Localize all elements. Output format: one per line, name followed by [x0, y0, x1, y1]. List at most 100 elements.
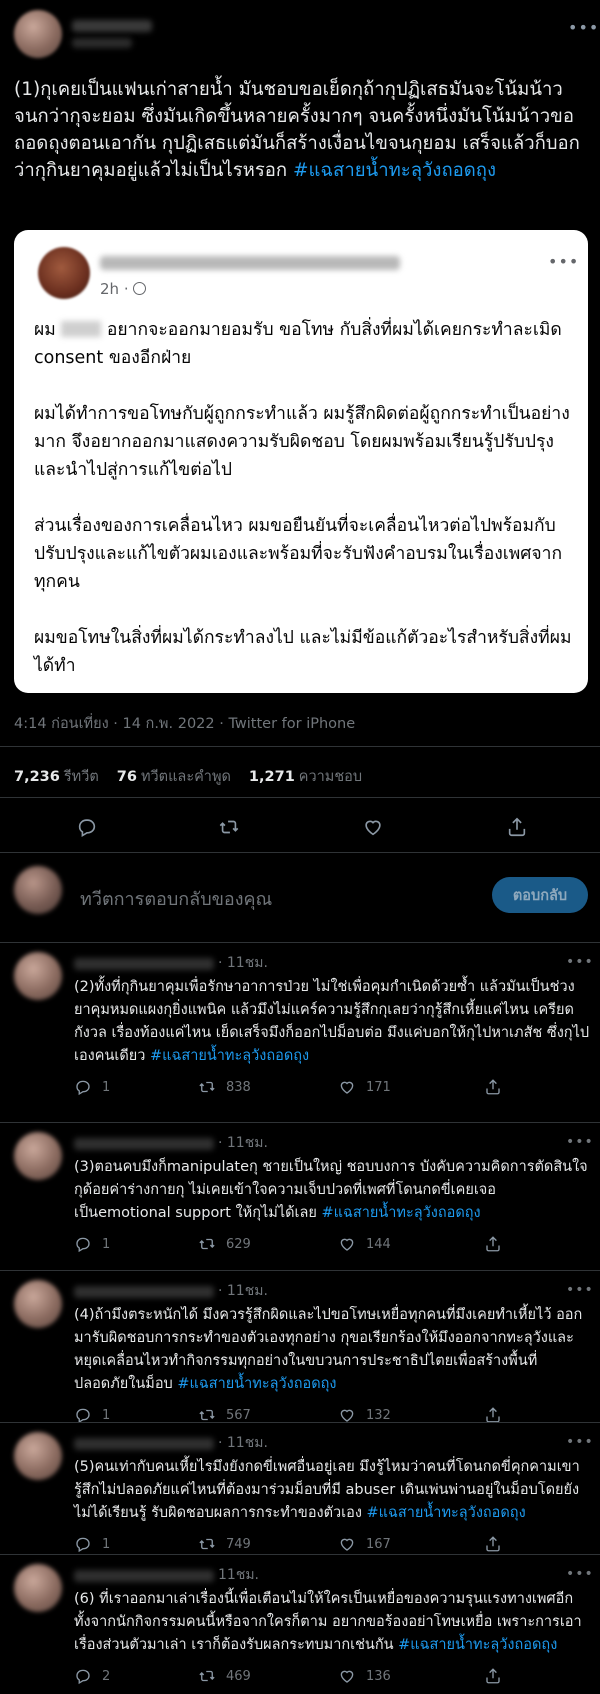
post-time: 2h · — [100, 280, 146, 298]
reply-author-name-blurred[interactable] — [74, 1570, 214, 1582]
share-action[interactable] — [484, 1076, 502, 1098]
share-icon[interactable] — [484, 1235, 502, 1253]
share-icon[interactable] — [484, 1535, 502, 1553]
reply-author-name-blurred[interactable] — [74, 1138, 214, 1150]
reply-time[interactable]: · 11ชม. — [218, 952, 268, 974]
hashtag-link[interactable]: #แฉสายน้ำทะลุวังถอดถุง — [322, 1205, 481, 1221]
reply-action[interactable]: 1 — [74, 1533, 110, 1555]
reply-author-avatar[interactable] — [14, 1280, 62, 1328]
retweet-icon[interactable] — [198, 1667, 216, 1685]
reply-count: 1 — [102, 1407, 111, 1423]
reply-button[interactable]: ตอบกลับ — [492, 877, 588, 913]
reply-action[interactable]: 2 — [74, 1665, 110, 1687]
more-horizontal-icon[interactable]: ••• — [566, 1566, 594, 1582]
post-para1-rest: อยากจะออกมายอมรับ ขอโทษ กับสิ่งที่ผมได้เ… — [34, 320, 568, 368]
heart-icon[interactable] — [338, 1235, 356, 1253]
quotes-label: ทวีตและคำพูด — [140, 769, 231, 785]
tweet-meta[interactable]: 4:14 ก่อนเที่ยง · 14 ก.พ. 2022 · Twitter… — [14, 712, 355, 735]
retweet-action[interactable]: 629 — [198, 1233, 251, 1255]
retweet-icon[interactable] — [198, 1235, 216, 1253]
retweet-icon[interactable] — [198, 1078, 216, 1096]
reply-icon[interactable] — [74, 1535, 92, 1553]
retweet-action[interactable]: 749 — [198, 1533, 251, 1555]
share-action[interactable] — [484, 1533, 502, 1555]
retweet-icon[interactable] — [214, 812, 244, 842]
retweet-count: 838 — [226, 1079, 251, 1095]
hashtag-link[interactable]: #แฉสายน้ำทะลุวังถอดถุง — [367, 1505, 526, 1521]
more-horizontal-icon[interactable]: ••• — [566, 1134, 594, 1150]
tweet-action-bar — [0, 812, 600, 842]
post-author-avatar — [38, 247, 90, 299]
hashtag-link[interactable]: #แฉสายน้ำทะลุวังถอดถุง — [177, 1376, 336, 1392]
reply-text: (4)ถ้ามึงตระหนักได้ มึงควรรู้สึกผิดและไป… — [74, 1304, 590, 1396]
heart-icon[interactable] — [338, 1667, 356, 1685]
reply-count: 1 — [102, 1236, 111, 1252]
more-horizontal-icon: ••• — [548, 252, 580, 271]
retweet-action[interactable]: 838 — [198, 1076, 251, 1098]
hashtag-link[interactable]: #แฉสายน้ำทะลุวังถอดถุง — [150, 1048, 309, 1064]
divider — [0, 1422, 600, 1423]
reply-count: 1 — [102, 1536, 111, 1552]
author-name-blurred[interactable] — [72, 20, 152, 32]
reply-icon[interactable] — [74, 1235, 92, 1253]
hashtag-link[interactable]: #แฉสายน้ำทะลุวังถอดถุง — [293, 160, 496, 181]
reply-time[interactable]: · 11ชม. — [218, 1432, 268, 1454]
likes-stat[interactable]: 1,271 ความชอบ — [249, 765, 362, 788]
retweet-count: 629 — [226, 1236, 251, 1252]
more-horizontal-icon[interactable]: ••• — [568, 20, 599, 36]
retweets-stat[interactable]: 7,236 รีทวีต — [14, 765, 99, 788]
reply-author-avatar[interactable] — [14, 1564, 62, 1612]
reply-author-name-blurred[interactable] — [74, 958, 214, 970]
reply-icon[interactable] — [74, 1667, 92, 1685]
reply-action[interactable]: 1 — [74, 1233, 110, 1255]
reply-action-bar: 1 749 167 — [74, 1533, 594, 1555]
like-action[interactable]: 136 — [338, 1665, 391, 1687]
post-para4: ผมขอโทษในสิ่งที่ผมได้กระทำลงไป และไม่มีข… — [34, 628, 572, 676]
share-icon[interactable] — [502, 812, 532, 842]
reply-time[interactable]: · 11ชม. — [218, 1132, 268, 1154]
embedded-post-image: 2h · ••• ผม อยากจะออกมายอมรับ ขอโทษ กับส… — [14, 230, 588, 693]
reply-action[interactable]: 1 — [74, 1076, 110, 1098]
reply-icon[interactable] — [74, 1078, 92, 1096]
retweet-icon[interactable] — [198, 1535, 216, 1553]
heart-icon[interactable] — [338, 1078, 356, 1096]
share-action[interactable] — [484, 1665, 502, 1687]
share-icon[interactable] — [484, 1078, 502, 1096]
tweet-text: (1)กุเคยเป็นแฟนเก่าสายน้ำ มันชอบขอเย็ดกุ… — [14, 76, 590, 184]
reply-author-avatar[interactable] — [14, 952, 62, 1000]
divider — [0, 797, 600, 798]
heart-icon[interactable] — [338, 1535, 356, 1553]
reply-author-avatar[interactable] — [14, 1132, 62, 1180]
reply-time[interactable]: 11ชม. — [218, 1564, 259, 1586]
quotes-count: 76 — [116, 769, 137, 785]
post-para1-start: ผม — [34, 320, 62, 340]
reply-time[interactable]: · 11ชม. — [218, 1280, 268, 1302]
reply-author-name-blurred[interactable] — [74, 1286, 214, 1298]
hashtag-link[interactable]: #แฉสายน้ำทะลุวังถอดถุง — [398, 1637, 557, 1653]
reply-author-name-blurred[interactable] — [74, 1438, 214, 1450]
divider — [0, 746, 600, 747]
current-user-avatar — [14, 866, 62, 914]
retweet-action[interactable]: 469 — [198, 1665, 251, 1687]
more-horizontal-icon[interactable]: ••• — [566, 1434, 594, 1450]
reply-icon[interactable] — [72, 812, 102, 842]
reply-author-avatar[interactable] — [14, 1432, 62, 1480]
post-text: ผม อยากจะออกมายอมรับ ขอโทษ กับสิ่งที่ผมไ… — [34, 316, 574, 680]
more-horizontal-icon[interactable]: ••• — [566, 1282, 594, 1298]
name-redaction — [61, 321, 102, 337]
author-avatar[interactable] — [14, 10, 62, 58]
quotes-stat[interactable]: 76 ทวีตและคำพูด — [117, 765, 231, 788]
like-action[interactable]: 144 — [338, 1233, 391, 1255]
like-action[interactable]: 167 — [338, 1533, 391, 1555]
reply-action-bar: 2 469 136 — [74, 1665, 594, 1687]
like-count: 171 — [366, 1079, 391, 1095]
share-action[interactable] — [484, 1233, 502, 1255]
reply-input[interactable]: ทวีตการตอบกลับของคุณ — [80, 884, 272, 913]
retweet-count: 567 — [226, 1407, 251, 1423]
heart-icon[interactable] — [358, 812, 388, 842]
share-icon[interactable] — [484, 1667, 502, 1685]
more-horizontal-icon[interactable]: ••• — [566, 954, 594, 970]
tweet-stats: 7,236 รีทวีต 76 ทวีตและคำพูด 1,271 ความชอบ — [14, 765, 362, 788]
reply-action-bar: 1 629 144 — [74, 1233, 594, 1255]
like-action[interactable]: 171 — [338, 1076, 391, 1098]
